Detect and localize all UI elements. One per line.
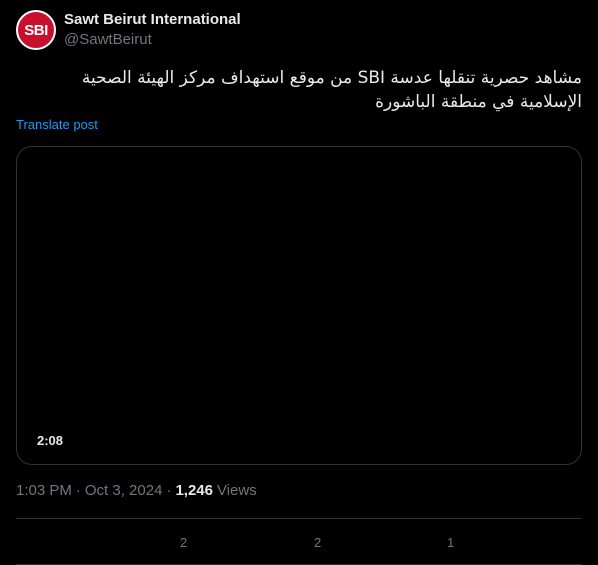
post-time[interactable]: 1:03 PM (16, 482, 72, 499)
post-header: SBI Sawt Beirut International @SawtBeiru… (16, 10, 241, 50)
reply-button[interactable]: 2 (154, 525, 187, 559)
meta-separator-1: · (75, 482, 81, 499)
heart-icon (421, 532, 441, 552)
reply-count: 2 (180, 534, 188, 550)
meta-separator-2: · (166, 482, 172, 499)
avatar[interactable]: SBI (16, 10, 56, 50)
repost-icon (288, 532, 308, 552)
like-count: 1 (447, 534, 455, 550)
author-handle[interactable]: @SawtBeirut (64, 30, 241, 50)
repost-button[interactable]: 2 (288, 525, 321, 559)
post-text: مشاهد حصرية تنقلها عدسة SBI من موقع استه… (81, 68, 582, 112)
views-count: 1,246 (175, 482, 213, 499)
action-bar: 2 2 1 (16, 525, 582, 559)
repost-count: 2 (314, 534, 322, 550)
author-names: Sawt Beirut International @SawtBeirut (64, 10, 241, 50)
divider (16, 518, 582, 519)
like-button[interactable]: 1 (421, 525, 454, 559)
reply-icon (154, 532, 174, 552)
post-meta: 1:03 PM · Oct 3, 2024 · 1,246 Views (16, 482, 257, 499)
video-duration: 2:08 (29, 431, 72, 450)
translate-post-link[interactable]: Translate post (16, 117, 98, 132)
avatar-logo-text: SBI (24, 21, 48, 39)
views-label: Views (216, 482, 257, 499)
video-player[interactable]: 2:08 (16, 146, 582, 465)
author-display-name[interactable]: Sawt Beirut International (64, 10, 241, 30)
post-date[interactable]: Oct 3, 2024 (85, 482, 163, 499)
